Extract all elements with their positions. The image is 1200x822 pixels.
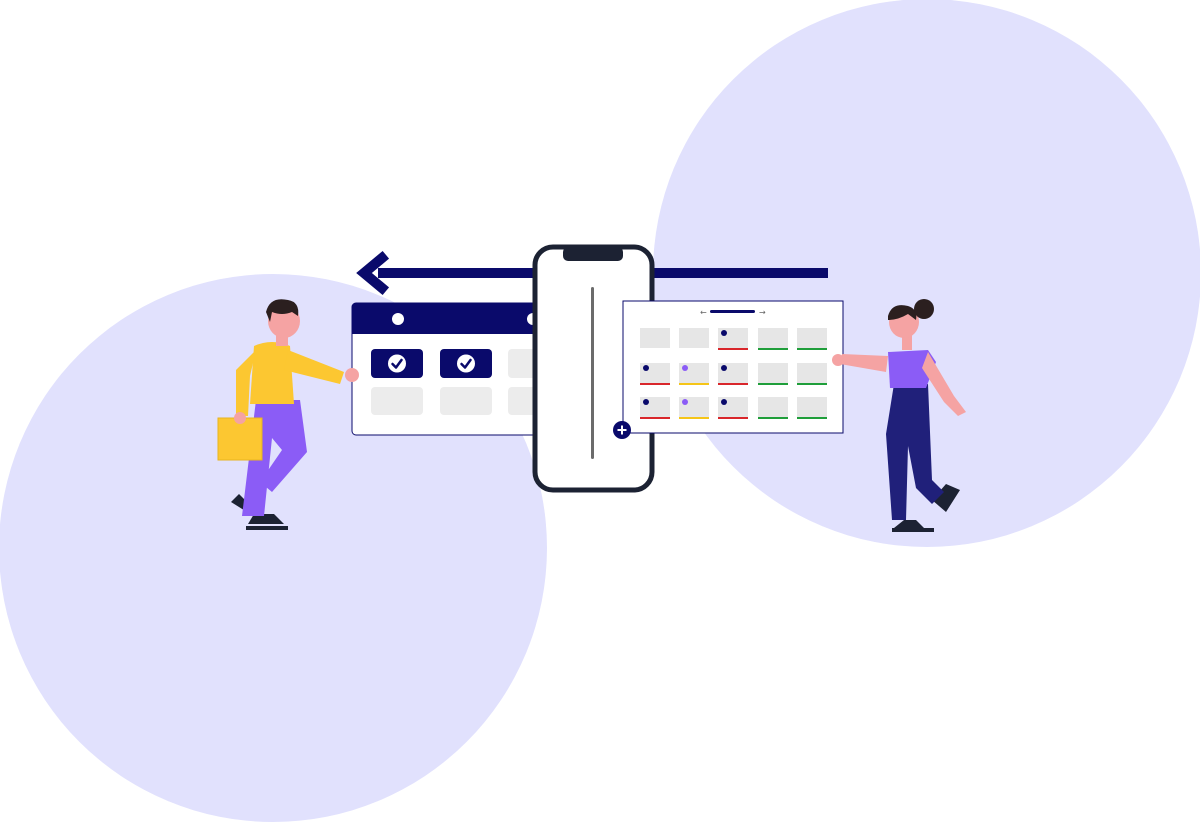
calendar-cell[interactable] <box>640 397 670 419</box>
calendar-cell[interactable] <box>718 397 748 419</box>
calendar-day-empty[interactable] <box>371 387 423 415</box>
woman-hair-bun <box>914 299 934 319</box>
status-bar <box>679 417 709 419</box>
calendar-cell[interactable] <box>679 397 709 419</box>
event-dot <box>721 330 727 336</box>
event-dot <box>682 399 688 405</box>
calendar-cell[interactable] <box>797 397 827 419</box>
calendar-day-empty[interactable] <box>440 387 492 415</box>
event-dot <box>721 399 727 405</box>
status-bar <box>797 383 827 385</box>
status-bar <box>758 383 788 385</box>
phone-scroll-indicator <box>591 287 594 459</box>
right-calendar-card: ← → <box>613 300 844 439</box>
left-calendar-header <box>352 303 552 334</box>
left-calendar-card <box>351 302 553 436</box>
calendar-cell[interactable] <box>718 363 748 385</box>
calendar-day-checked[interactable] <box>440 349 492 378</box>
calendar-cell[interactable] <box>640 328 670 348</box>
folder-icon <box>217 417 263 461</box>
status-bar <box>797 417 827 419</box>
right-calendar-grid <box>640 328 827 419</box>
status-bar <box>640 383 670 385</box>
month-indicator <box>710 310 755 313</box>
calendar-day-checked[interactable] <box>371 349 423 378</box>
phone-notch <box>563 247 623 261</box>
status-bar <box>797 348 827 350</box>
illustration-scene: ← → <box>0 0 1200 822</box>
status-bar <box>758 348 788 350</box>
calendar-cell[interactable] <box>718 328 748 350</box>
calendar-cell[interactable] <box>640 363 670 385</box>
status-bar <box>718 417 748 419</box>
event-dot <box>643 365 649 371</box>
event-dot <box>682 365 688 371</box>
calendar-cell[interactable] <box>797 328 827 350</box>
status-bar <box>640 417 670 419</box>
arrow-right-icon[interactable]: → <box>759 308 766 317</box>
arrow-left-icon[interactable]: ← <box>700 308 707 317</box>
calendar-cell[interactable] <box>758 397 788 419</box>
calendar-cell[interactable] <box>758 328 788 350</box>
calendar-cell[interactable] <box>758 363 788 385</box>
binder-ring <box>392 313 404 325</box>
status-bar <box>718 348 748 350</box>
status-bar <box>679 383 709 385</box>
calendar-cell[interactable] <box>679 328 709 348</box>
plus-icon[interactable] <box>613 421 631 439</box>
calendar-cell[interactable] <box>797 363 827 385</box>
event-dot <box>643 399 649 405</box>
calendar-cell[interactable] <box>679 363 709 385</box>
man-shirt <box>250 342 294 404</box>
event-dot <box>721 365 727 371</box>
status-bar <box>718 383 748 385</box>
status-bar <box>758 417 788 419</box>
